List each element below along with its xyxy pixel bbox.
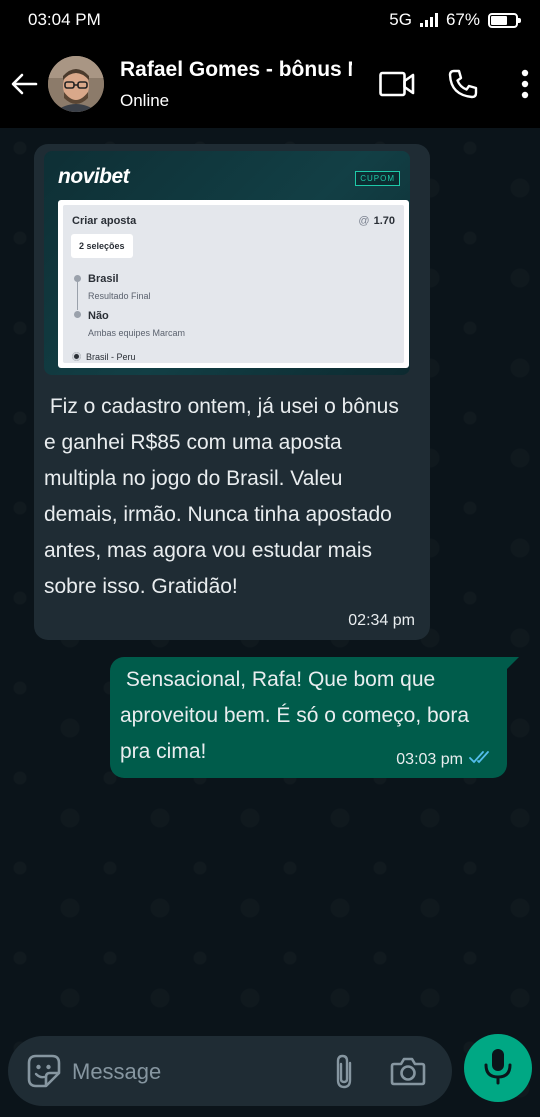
contact-status: Online: [120, 90, 170, 110]
network-type: 5G: [389, 10, 412, 29]
chat-area[interactable]: novibet CUPOM Criar aposta @1.70 2 seleç…: [0, 128, 540, 1117]
back-arrow-icon[interactable]: [0, 72, 48, 96]
message-time: 02:34 pm: [348, 612, 415, 629]
voice-call-icon[interactable]: [446, 68, 480, 100]
legs-connector: [77, 278, 78, 310]
coupon-tag: CUPOM: [355, 171, 400, 186]
contact-name: Rafael Gomes - bônus Novibet: [120, 57, 352, 81]
brand-logo: novibet: [58, 165, 130, 188]
leg-dot: [74, 275, 81, 282]
microphone-button[interactable]: [464, 1034, 532, 1102]
bet-slip-title: Criar aposta: [72, 215, 137, 227]
bet-odds: @1.70: [358, 215, 395, 227]
message-text: Fiz o cadastro ontem, já usei o bônus e …: [44, 395, 405, 598]
battery-percent: 67%: [445, 10, 480, 29]
read-ticks-icon: [469, 750, 493, 769]
leg-pick: Brasil: [88, 273, 119, 285]
battery-icon: [488, 12, 521, 28]
status-time: 03:04 PM: [28, 10, 101, 29]
chat-header: Rafael Gomes - bônus Novibet Online: [0, 40, 540, 128]
microphone-icon: [483, 1047, 513, 1090]
selections-chip: 2 seleções: [71, 234, 133, 258]
attach-icon[interactable]: [330, 1053, 358, 1096]
avatar[interactable]: [48, 56, 104, 112]
bet-slip-card: Criar aposta @1.70 2 seleções Brasil Res…: [58, 200, 409, 368]
match-label: Brasil - Peru: [72, 352, 136, 362]
leg-pick: Não: [88, 310, 109, 322]
message-composer: Message: [8, 1036, 452, 1106]
outgoing-message[interactable]: Sensacional, Rafa! Que bom que aproveito…: [110, 657, 519, 778]
coupon-image[interactable]: novibet CUPOM Criar aposta @1.70 2 seleç…: [44, 151, 410, 375]
leg-market: Ambas equipes Marcam: [88, 328, 186, 338]
camera-icon[interactable]: [390, 1055, 426, 1092]
football-icon: [72, 352, 81, 361]
signal-icon: [419, 13, 438, 27]
status-bar: 03:04 PM 5G 67%: [0, 0, 540, 40]
incoming-message[interactable]: novibet CUPOM Criar aposta @1.70 2 seleç…: [34, 144, 430, 640]
emoji-sticker-icon[interactable]: [26, 1053, 62, 1094]
status-indicators: 5G 67%: [389, 10, 521, 30]
battery-level: [491, 15, 508, 25]
message-input[interactable]: Message: [72, 1059, 161, 1085]
more-options-icon[interactable]: [520, 69, 530, 99]
leg-dot: [74, 311, 81, 318]
leg-market: Resultado Final: [88, 291, 151, 301]
message-time: 03:03 pm: [396, 750, 463, 768]
message-meta: 03:03 pm: [396, 750, 493, 769]
contact-info[interactable]: Rafael Gomes - bônus Novibet Online: [120, 58, 378, 111]
video-call-icon[interactable]: [378, 71, 416, 97]
